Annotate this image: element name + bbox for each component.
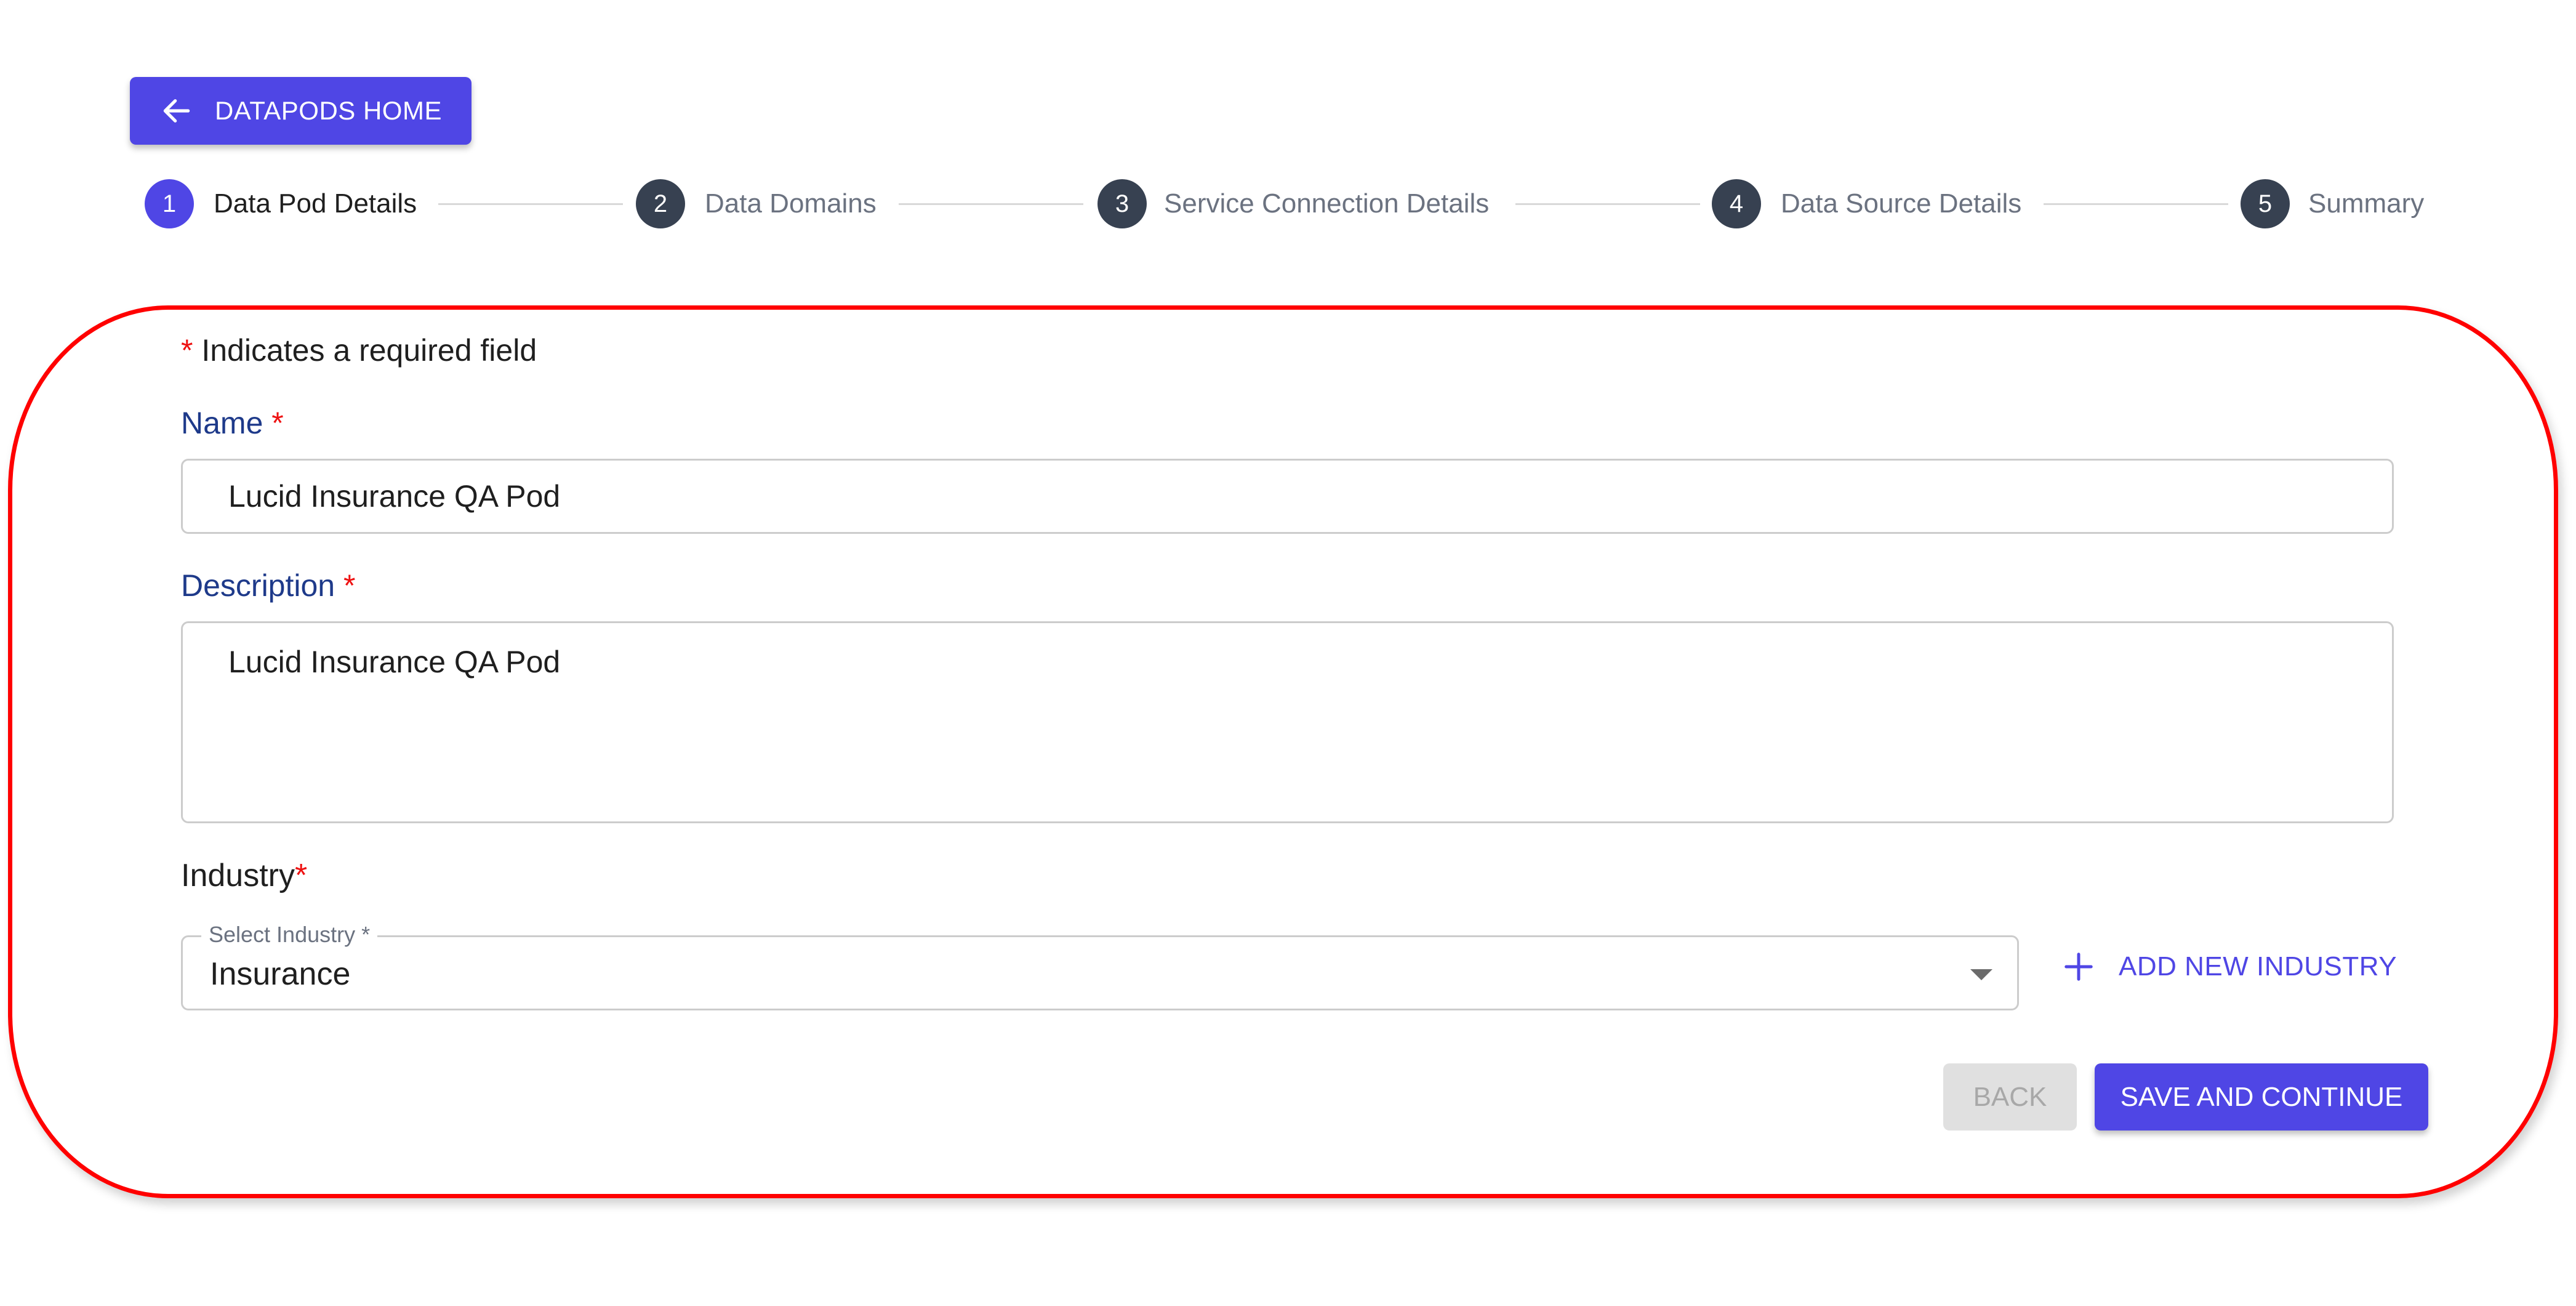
required-field-note: * Indicates a required field	[181, 333, 537, 368]
name-input[interactable]: Lucid Insurance QA Pod	[181, 459, 2394, 534]
step-1-label[interactable]: Data Pod Details	[214, 188, 417, 220]
required-star: *	[335, 568, 356, 603]
step-connector	[1515, 203, 1700, 205]
required-note-text: Indicates a required field	[193, 333, 537, 368]
plus-icon	[2064, 953, 2093, 981]
required-star: *	[263, 406, 284, 440]
step-4-number[interactable]: 4	[1712, 179, 1761, 228]
step-5-label[interactable]: Summary	[2308, 188, 2424, 220]
step-connector	[2044, 203, 2228, 205]
step-5-number[interactable]: 5	[2241, 179, 2290, 228]
add-new-industry-button[interactable]: ADD NEW INDUSTRY	[2062, 945, 2397, 988]
description-label: Description *	[181, 568, 355, 603]
required-star: *	[294, 858, 308, 893]
name-label: Name *	[181, 405, 284, 441]
industry-select-value: Insurance	[210, 956, 351, 992]
description-value: Lucid Insurance QA Pod	[228, 645, 561, 679]
description-textarea[interactable]: Lucid Insurance QA Pod	[181, 621, 2394, 823]
step-2-number[interactable]: 2	[636, 179, 685, 228]
name-label-text: Name	[181, 406, 263, 440]
step-connector	[438, 203, 623, 205]
step-3-number[interactable]: 3	[1097, 179, 1147, 228]
industry-select[interactable]: Select Industry * Insurance	[181, 920, 2019, 1010]
add-new-industry-label: ADD NEW INDUSTRY	[2119, 951, 2397, 982]
required-star: *	[181, 333, 193, 368]
name-input-value: Lucid Insurance QA Pod	[228, 479, 561, 514]
step-3-label[interactable]: Service Connection Details	[1164, 188, 1489, 220]
caret-down-icon[interactable]	[1970, 969, 1992, 980]
step-4-label[interactable]: Data Source Details	[1781, 188, 2021, 220]
step-connector	[899, 203, 1083, 205]
stepper: 1 Data Pod Details 2 Data Domains 3 Serv…	[0, 0, 2576, 259]
industry-label: Industry*	[181, 857, 307, 894]
back-button[interactable]: BACK	[1943, 1063, 2077, 1131]
industry-label-text: Industry	[181, 858, 295, 893]
step-2-label[interactable]: Data Domains	[705, 188, 877, 220]
industry-select-legend: Select Industry *	[201, 920, 378, 949]
description-label-text: Description	[181, 568, 335, 603]
step-1-number[interactable]: 1	[145, 179, 194, 228]
save-and-continue-button[interactable]: SAVE AND CONTINUE	[2095, 1063, 2428, 1131]
